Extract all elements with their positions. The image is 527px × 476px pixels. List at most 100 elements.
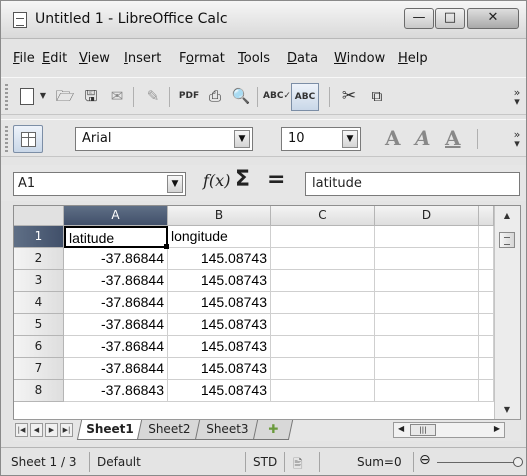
close-button[interactable]: ✕ [467, 8, 519, 29]
table-cell[interactable] [271, 380, 375, 402]
formula-icon[interactable]: = [267, 167, 285, 192]
column-header-d[interactable]: D [375, 206, 479, 226]
spreadsheet-grid[interactable]: A B C D 1 latitude longitude 2 -37.86844 145.… [13, 205, 521, 427]
page-style[interactable]: Default [97, 455, 141, 469]
last-sheet-icon[interactable]: ▶| [60, 423, 73, 437]
table-cell[interactable] [271, 336, 375, 358]
zoom-slider[interactable] [437, 462, 517, 463]
table-cell[interactable]: longitude [168, 226, 271, 248]
column-header-a[interactable]: A [64, 206, 168, 226]
table-cell[interactable] [271, 270, 375, 292]
email-document-icon[interactable]: ✉ [105, 84, 129, 108]
table-cell[interactable] [271, 248, 375, 270]
first-sheet-icon[interactable]: |◀ [15, 423, 28, 437]
copy-icon[interactable]: ⧉ [365, 84, 389, 108]
table-cell[interactable]: -37.86844 [64, 358, 168, 380]
table-cell[interactable] [479, 226, 494, 248]
italic-icon[interactable]: A [415, 126, 431, 150]
open-folder-icon[interactable]: 🗁 [53, 84, 77, 108]
scroll-right-icon[interactable]: ▶ [494, 424, 500, 433]
menu-window[interactable]: Window [334, 51, 385, 66]
table-cell[interactable] [375, 248, 479, 270]
row-header[interactable]: 6 [14, 336, 64, 358]
table-cell[interactable] [375, 292, 479, 314]
next-sheet-icon[interactable]: ▶ [45, 423, 58, 437]
table-cell[interactable]: latitude [64, 226, 168, 248]
scroll-down-icon[interactable]: ▼ [498, 402, 516, 418]
bold-icon[interactable]: A [385, 126, 401, 150]
menu-view[interactable]: View [79, 51, 110, 66]
sum-icon[interactable]: Σ [235, 167, 250, 192]
font-size-combo[interactable]: 10 ▼ [281, 127, 361, 151]
menu-tools[interactable]: Tools [238, 51, 270, 66]
cut-icon[interactable]: ✂ [337, 84, 361, 108]
styles-button[interactable] [13, 125, 43, 153]
edit-file-icon[interactable]: ✎ [141, 84, 165, 108]
print-preview-icon[interactable]: 🔍 [229, 84, 253, 108]
chevron-down-icon[interactable]: ▼ [234, 130, 250, 148]
table-cell[interactable]: 145.08743 [168, 248, 271, 270]
table-cell[interactable]: 145.08743 [168, 336, 271, 358]
table-cell[interactable] [375, 226, 479, 248]
h-scroll-thumb[interactable]: ||| [410, 424, 436, 436]
table-cell[interactable] [479, 248, 494, 270]
name-box[interactable]: A1 ▼ [13, 172, 186, 196]
table-cell[interactable] [271, 226, 375, 248]
row-header[interactable]: 2 [14, 248, 64, 270]
sheet-tab-2[interactable]: Sheet2 [136, 420, 202, 440]
row-header[interactable]: 8 [14, 380, 64, 402]
toolbar-overflow-icon[interactable]: » ▾ [512, 87, 522, 107]
chevron-down-icon[interactable]: ▼ [342, 130, 358, 148]
table-cell[interactable]: 145.08743 [168, 380, 271, 402]
underline-icon[interactable]: A [445, 126, 461, 150]
table-cell[interactable] [479, 336, 494, 358]
column-header-e[interactable] [479, 206, 494, 226]
chevron-down-icon[interactable]: ▼ [167, 175, 183, 193]
table-cell[interactable] [271, 292, 375, 314]
row-header[interactable]: 7 [14, 358, 64, 380]
new-document-icon[interactable] [15, 84, 39, 108]
table-cell[interactable]: 145.08743 [168, 292, 271, 314]
zoom-slider-knob[interactable] [513, 457, 523, 467]
toolbar-grip[interactable] [5, 84, 8, 110]
scroll-left-icon[interactable]: ◀ [398, 424, 404, 433]
table-cell[interactable] [479, 270, 494, 292]
table-cell[interactable] [375, 270, 479, 292]
menu-help[interactable]: Help [398, 51, 428, 66]
column-header-b[interactable]: B [168, 206, 271, 226]
prev-sheet-icon[interactable]: ◀ [30, 423, 43, 437]
spellcheck-icon[interactable]: ABC✓ [263, 84, 291, 108]
toolbar-overflow-icon[interactable]: » ▾ [512, 129, 522, 149]
menu-insert[interactable]: Insert [124, 51, 161, 66]
menu-data[interactable]: Data [287, 51, 318, 66]
scroll-thumb[interactable] [499, 232, 515, 248]
table-cell[interactable] [271, 358, 375, 380]
table-cell[interactable] [271, 314, 375, 336]
menu-format[interactable]: Format [179, 51, 225, 66]
table-cell[interactable] [375, 336, 479, 358]
row-header[interactable]: 3 [14, 270, 64, 292]
table-cell[interactable]: -37.86844 [64, 314, 168, 336]
new-dropdown-icon[interactable]: ▼ [37, 84, 49, 108]
table-cell[interactable]: -37.86844 [64, 270, 168, 292]
table-cell[interactable]: -37.86843 [64, 380, 168, 402]
table-cell[interactable]: -37.86844 [64, 248, 168, 270]
row-header[interactable]: 1 [14, 226, 64, 248]
save-icon[interactable]: 🖫 [79, 84, 103, 108]
row-header[interactable]: 5 [14, 314, 64, 336]
horizontal-scrollbar[interactable]: ◀ ||| ▶ [393, 422, 505, 438]
zoom-out-icon[interactable]: ⊖ [419, 452, 431, 468]
vertical-scrollbar[interactable]: ▲ ▼ [494, 206, 520, 426]
export-pdf-icon[interactable]: PDF [177, 84, 201, 108]
menu-edit[interactable]: Edit [42, 51, 67, 66]
table-cell[interactable] [479, 292, 494, 314]
table-cell[interactable] [375, 314, 479, 336]
maximize-button[interactable]: □ [435, 8, 465, 29]
font-name-combo[interactable]: Arial ▼ [75, 127, 253, 151]
table-cell[interactable] [375, 380, 479, 402]
table-cell[interactable]: -37.86844 [64, 336, 168, 358]
print-icon[interactable]: ⎙ [203, 84, 227, 108]
table-cell[interactable]: 145.08743 [168, 358, 271, 380]
scroll-up-icon[interactable]: ▲ [498, 208, 516, 224]
sheet-tab-3[interactable]: Sheet3 [194, 420, 260, 440]
